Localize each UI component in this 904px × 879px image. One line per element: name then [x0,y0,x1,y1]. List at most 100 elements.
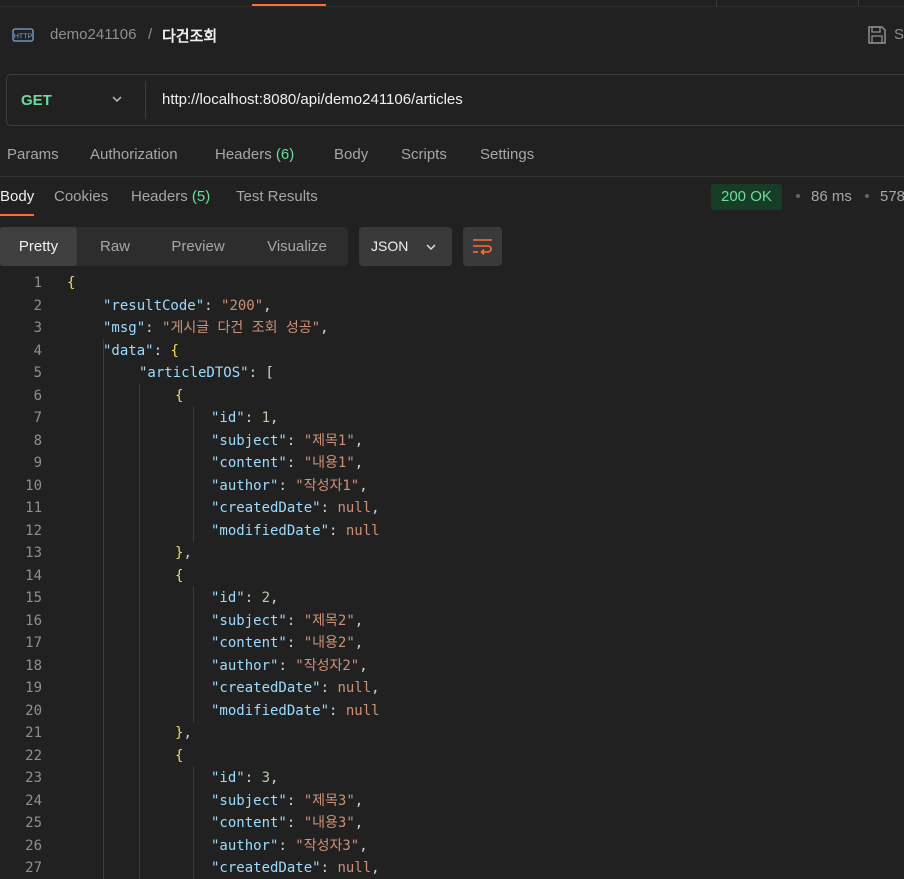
url-input[interactable]: http://localhost:8080/api/demo241106/art… [162,91,463,108]
response-tab-test-results[interactable]: Test Results [236,188,318,205]
code-token: "내용1" [303,455,355,471]
tab-authorization[interactable]: Authorization [90,146,178,163]
code-line: 18 "author": "작성자2", [0,655,904,678]
view-raw-button[interactable]: Raw [83,227,147,266]
line-number: 27 [25,860,42,876]
request-name[interactable]: 다건조회 [162,25,217,46]
code-line: 22 { [0,745,904,768]
code-line: 5 "articleDTOS": [ [0,362,904,385]
code-token: { [175,567,184,584]
line-number: 13 [25,545,42,561]
chevron-down-icon[interactable] [111,93,123,105]
code-token: , [270,770,279,786]
breadcrumb-separator: / [148,26,153,43]
code-token: "게시글 다건 조회 성공" [162,320,321,336]
method-select[interactable]: GET [21,92,52,109]
code-token: : [320,680,338,696]
code-token: : [329,702,346,719]
code-token: null [345,522,380,539]
code-line: 25 "content": "내용3", [0,812,904,835]
line-number: 9 [33,455,42,471]
code-text: "id": 3, [211,767,278,790]
code-token: "msg" [103,320,146,336]
code-token: "id" [211,590,245,606]
code-token: : [145,320,163,336]
code-token: : [286,612,304,629]
line-number: 12 [25,522,42,539]
code-token: "작성자3" [295,837,360,854]
separator-dot [796,194,800,198]
code-text: "createdDate": null, [211,857,380,879]
tab-headers[interactable]: Headers (6) [215,146,294,163]
code-token: "content" [211,455,287,471]
code-token: , [183,545,192,561]
response-body-viewer[interactable]: 1{2 "resultCode": "200", 3 "msg": "게시글 다건 조… [0,272,904,879]
response-size[interactable]: 578 [880,188,904,205]
format-select[interactable]: JSON [359,227,452,266]
response-tab-body[interactable]: Body [0,188,34,205]
line-number: 17 [25,635,42,651]
response-tab-cookies[interactable]: Cookies [54,188,108,205]
view-mode-selector: Pretty Raw Preview Visualize [0,227,348,266]
save-button-label[interactable]: S [894,26,904,43]
line-number: 21 [25,725,42,741]
code-text: "createdDate": null, [211,677,380,700]
code-text: }, [175,722,192,745]
wrap-lines-button[interactable] [463,227,502,266]
code-line: 11 "createdDate": null, [0,497,904,520]
code-token: "content" [211,635,287,651]
view-pretty-button[interactable]: Pretty [0,227,77,266]
code-token: "작성자2" [295,657,360,674]
code-token: "createdDate" [211,680,321,696]
code-text: "createdDate": null, [211,497,380,520]
tab-body[interactable]: Body [334,146,368,163]
code-token: "modifiedDate" [211,702,330,719]
code-token: "내용2" [303,635,355,651]
status-badge[interactable]: 200 OK [711,184,782,210]
code-text: { [175,745,183,768]
code-token: , [270,410,279,426]
save-icon[interactable] [866,24,888,46]
chevron-down-icon [426,244,436,251]
code-token: , [354,612,364,629]
code-line: 13}, [0,542,904,565]
code-line: 23 "id": 3, [0,767,904,790]
line-number: 11 [25,500,42,516]
code-token: , [354,635,364,651]
view-visualize-button[interactable]: Visualize [253,227,341,266]
tab-label: Headers [215,146,272,163]
tab-label: Scripts [401,146,447,163]
code-line: 3 "msg": "게시글 다건 조회 성공", [0,317,904,340]
code-token: , [263,297,272,314]
code-text: "id": 2, [211,587,278,610]
headers-count: (5) [191,188,211,205]
code-token: : [286,432,304,449]
line-number: 7 [33,410,42,426]
code-text: "articleDTOS": [ [139,362,274,385]
line-number: 15 [25,590,42,606]
view-preview-button[interactable]: Preview [156,227,240,266]
tab-scripts[interactable]: Scripts [401,146,447,163]
response-time[interactable]: 86 ms [811,188,852,205]
line-number: 22 [25,747,42,764]
code-line: 20 "modifiedDate": null [0,700,904,723]
code-token: : [153,342,171,359]
response-tabs: Body Cookies Headers (5) Test Results 20… [0,180,904,218]
code-token: "200" [221,297,264,314]
code-line: 24 "subject": "제목3", [0,790,904,813]
breadcrumb-collection[interactable]: demo241106 [50,26,136,43]
code-line: 10 "author": "작성자1", [0,475,904,498]
tab-params[interactable]: Params [7,146,59,163]
tab-label: Headers [131,188,188,205]
code-token: : [329,522,346,539]
code-text: "msg": "게시글 다건 조회 성공", [103,317,329,340]
code-token: 1 [261,410,271,426]
tab-settings[interactable]: Settings [480,146,534,163]
tab-separator [858,0,859,6]
code-line: 4 "data": { [0,340,904,363]
code-token: null [345,702,380,719]
code-text: "subject": "제목2", [211,610,363,633]
line-number: 3 [33,320,42,336]
line-number: 14 [25,567,42,584]
response-tab-headers[interactable]: Headers (5) [131,188,210,205]
